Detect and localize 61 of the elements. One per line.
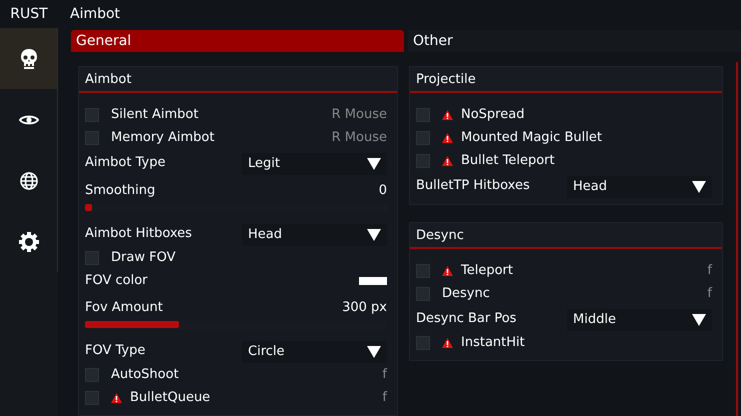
brand-title: RUST [10,6,48,22]
checkbox[interactable] [416,336,430,350]
checkbox-label: Draw FOV [111,250,176,265]
checkbox-label: Teleport [461,263,513,278]
checkbox-label: Bullet Teleport [461,153,555,168]
checkbox-label: Memory Aimbot [111,130,214,145]
checkbox-label: Mounted Magic Bullet [461,130,602,145]
checkbox-label: AutoShoot [111,367,179,382]
setting-label: Fov Amount [85,300,163,314]
checkbox[interactable] [85,390,99,404]
caret-icon [367,228,381,240]
caret-icon [367,158,381,170]
setting-label: Smoothing [85,182,156,198]
globe-icon [20,172,38,190]
hotkey-label[interactable]: R Mouse [332,130,387,145]
setting-label: Desync Bar Pos [416,310,518,326]
setting-label: FOV Type [85,342,146,358]
dropdown[interactable]: Legit [242,152,387,174]
panel-title: Projectile [416,72,476,86]
checkbox-label: Desync [442,286,490,301]
tab[interactable]: General [71,30,404,52]
checkbox[interactable] [416,130,430,144]
checkbox[interactable] [85,368,99,382]
caret-icon [692,314,706,326]
dropdown[interactable]: Middle [567,308,712,330]
checkbox-label: InstantHit [461,335,525,350]
setting-label: BulletTP Hitboxes [416,178,531,192]
hotkey-label[interactable]: f [382,367,387,382]
checkbox-label: Silent Aimbot [111,107,198,122]
setting-label: Aimbot Hitboxes [85,226,193,240]
eye-icon [18,114,38,126]
dropdown[interactable]: Head [242,224,387,246]
checkbox[interactable] [85,250,99,264]
caret-icon [367,346,381,358]
panel-title: Desync [416,228,464,242]
window-title: Aimbot [70,6,120,22]
value-label: 0 [378,182,387,198]
skull-icon [20,48,38,68]
hotkey-label[interactable]: f [707,286,712,301]
dropdown[interactable]: Head [567,176,712,198]
setting-label: Aimbot Type [85,154,166,170]
checkbox-label: NoSpread [461,107,524,122]
checkbox[interactable] [416,264,430,278]
checkbox-label: BulletQueue [130,390,210,405]
setting-label: FOV color [85,273,149,288]
settings-icon [18,232,38,252]
panel-title: Aimbot [85,72,132,86]
hotkey-label[interactable]: f [382,390,387,405]
checkbox[interactable] [416,154,430,168]
color-swatch[interactable] [359,276,387,284]
hotkey-label[interactable]: f [707,263,712,278]
sidebar-item[interactable] [0,28,58,89]
checkbox[interactable] [85,130,99,144]
checkbox[interactable] [416,108,430,122]
caret-icon [692,180,706,192]
value-label: 300 px [342,300,387,314]
dropdown[interactable]: Circle [242,340,387,362]
checkbox[interactable] [416,286,430,300]
hotkey-label[interactable]: R Mouse [332,107,387,122]
checkbox[interactable] [85,108,99,122]
tab[interactable]: Other [408,30,741,52]
